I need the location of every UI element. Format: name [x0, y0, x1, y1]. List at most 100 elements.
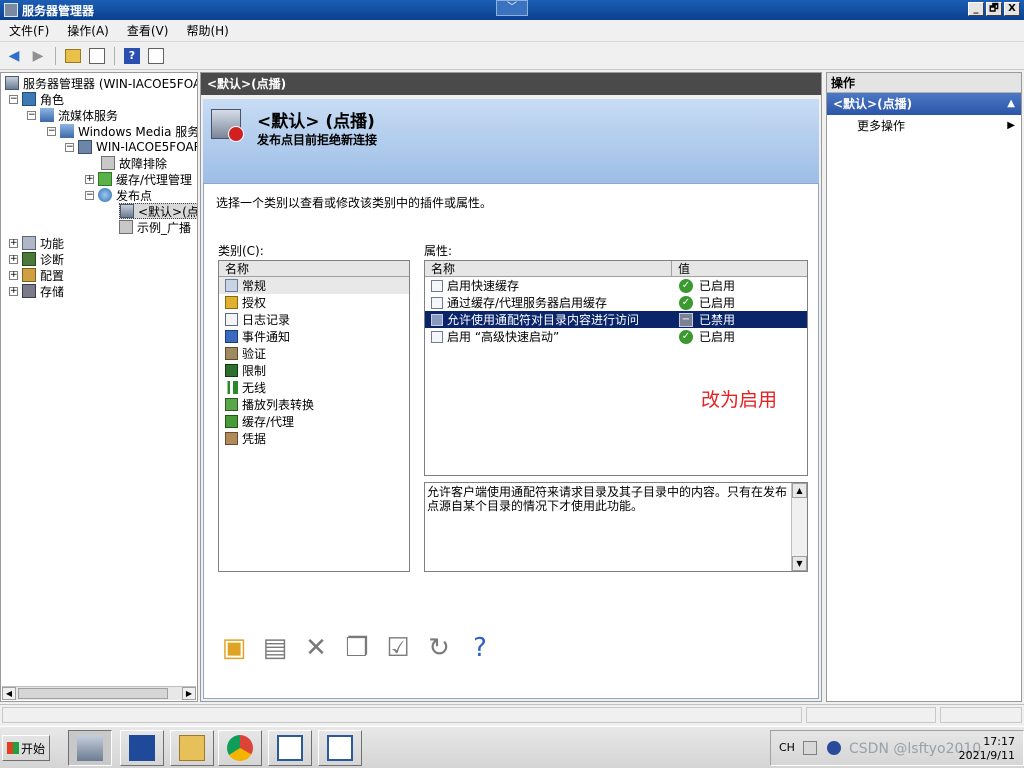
title-bar: 服务器管理器 ﹀ _ 🗗 X [0, 0, 1024, 20]
scroll-up-icon[interactable]: ▲ [792, 483, 807, 498]
tree-item-diagnostics[interactable]: + 诊断 [9, 251, 64, 267]
clock[interactable]: 17:17 2021/9/11 [959, 735, 1015, 763]
duplicate-icon[interactable]: ❐ [341, 632, 373, 664]
tree-item-roles[interactable]: − 角色 [9, 91, 64, 107]
remove-icon[interactable]: ✕ [300, 632, 332, 664]
collapse-icon[interactable]: − [9, 94, 18, 104]
tree-item-server[interactable]: − WIN-IACOE5FOAR3 [65, 139, 197, 155]
submenu-arrow-icon: ▶ [1007, 120, 1015, 131]
up-folder-icon[interactable] [63, 46, 83, 66]
actions-section-default[interactable]: <默认>(点播) ▲ [827, 93, 1021, 115]
close-button[interactable]: X [1004, 2, 1020, 16]
collapse-up-icon[interactable]: ▲ [1007, 93, 1015, 115]
window-icon [327, 735, 353, 761]
category-logging[interactable]: 日志记录 [219, 311, 409, 328]
tree-item-troubleshoot[interactable]: 故障排除 [101, 155, 167, 171]
property-row-wildcard-access[interactable]: 允许使用通配符对目录内容进行访问 − 已禁用 [425, 311, 807, 328]
tree-item-streaming[interactable]: − 流媒体服务 [27, 107, 118, 123]
property-row-advanced-fast-start[interactable]: 启用 “高级快速启动” ✓ 已启用 [425, 328, 807, 345]
menu-help[interactable]: 帮助(H) [177, 22, 237, 39]
lock-icon [225, 296, 238, 309]
category-authentication[interactable]: 验证 [219, 345, 409, 362]
show-action-pane-icon[interactable] [146, 46, 166, 66]
forward-arrow-icon[interactable]: ▶ [28, 46, 48, 66]
tree-item-features[interactable]: + 功能 [9, 235, 64, 251]
category-event-notification[interactable]: 事件通知 [219, 328, 409, 345]
collapse-icon[interactable]: − [47, 126, 56, 136]
menu-action[interactable]: 操作(A) [58, 22, 118, 39]
chevron-down-icon[interactable]: ﹀ [496, 0, 528, 16]
menu-view[interactable]: 查看(V) [118, 22, 178, 39]
enabled-check-icon: ✓ [679, 329, 693, 344]
scroll-thumb[interactable] [18, 688, 168, 699]
scroll-left-icon[interactable]: ◀ [2, 687, 16, 700]
expand-icon[interactable]: + [9, 254, 18, 264]
collapse-icon[interactable]: − [85, 190, 94, 200]
property-row-fast-cache[interactable]: 启用快速缓存 ✓ 已启用 [425, 277, 807, 294]
category-credentials[interactable]: 凭据 [219, 430, 409, 447]
taskbar-window-2[interactable] [318, 730, 362, 766]
tree-item-publishing-points[interactable]: − 发布点 [85, 187, 152, 203]
column-name-header[interactable]: 名称 [431, 262, 455, 276]
menu-file[interactable]: 文件(F) [0, 22, 58, 39]
expand-icon[interactable]: + [9, 286, 18, 296]
restore-button[interactable]: 🗗 [986, 2, 1002, 16]
center-pane-header: <默认>(点播) [201, 73, 821, 95]
collapse-icon[interactable]: − [65, 142, 74, 152]
minimize-button[interactable]: _ [968, 2, 984, 16]
tree-item-server-manager[interactable]: 服务器管理器 (WIN-IACOE5FOAR [5, 75, 197, 91]
configuration-icon [22, 268, 36, 282]
properties-icon[interactable]: ☑ [382, 632, 414, 664]
scroll-right-icon[interactable]: ▶ [182, 687, 196, 700]
category-authorization[interactable]: 授权 [219, 294, 409, 311]
back-arrow-icon[interactable]: ◀ [4, 46, 24, 66]
expand-icon[interactable]: + [9, 270, 18, 280]
tree-item-wms[interactable]: − Windows Media 服务 [47, 123, 197, 139]
category-cache-proxy[interactable]: 缓存/代理 [219, 413, 409, 430]
show-hide-tree-icon[interactable] [87, 46, 107, 66]
property-action-bar: ▣ ▤ ✕ ❐ ☑ ↻ ? [218, 632, 496, 664]
start-button[interactable]: 开始 [2, 735, 50, 761]
description-scrollbar[interactable]: ▲ ▼ [791, 483, 807, 571]
keyboard-icon[interactable] [803, 741, 817, 755]
taskbar-window-1[interactable] [268, 730, 312, 766]
taskbar-explorer[interactable] [170, 730, 214, 766]
category-playlist-transform[interactable]: 播放列表转换 [219, 396, 409, 413]
expand-icon[interactable]: + [9, 238, 18, 248]
category-wireless[interactable]: 无线 [219, 379, 409, 396]
category-general[interactable]: 常规 [219, 277, 409, 294]
taskbar-chrome[interactable] [218, 730, 262, 766]
property-row-proxy-cache[interactable]: 通过缓存/代理服务器启用缓存 ✓ 已启用 [425, 294, 807, 311]
help-book-icon[interactable]: ? [464, 632, 496, 664]
tree-item-example-pp[interactable]: 示例_广播 [119, 219, 191, 235]
column-value-header[interactable]: 值 [671, 261, 690, 276]
help-icon[interactable]: ? [122, 46, 142, 66]
category-column-header[interactable]: 名称 [219, 261, 409, 277]
tree-item-storage[interactable]: + 存储 [9, 283, 64, 299]
more-actions[interactable]: 更多操作 ▶ [827, 115, 1021, 137]
features-icon [22, 236, 36, 250]
disable-plugin-icon[interactable]: ▤ [259, 632, 291, 664]
diagnostics-icon [22, 252, 36, 266]
event-notification-icon [225, 330, 238, 343]
taskbar-powershell[interactable] [120, 730, 164, 766]
collapse-icon[interactable]: − [27, 110, 36, 120]
annotation-text: 改为启用 [701, 389, 778, 411]
input-language[interactable]: CH [779, 741, 795, 754]
enable-plugin-icon[interactable]: ▣ [218, 632, 250, 664]
tree-item-configuration[interactable]: + 配置 [9, 267, 64, 283]
status-section [806, 707, 936, 723]
scroll-down-icon[interactable]: ▼ [792, 556, 807, 571]
clock-date: 2021/9/11 [958, 749, 1015, 762]
tree-horizontal-scrollbar[interactable]: ◀ ▶ [2, 686, 196, 700]
tree-item-default-pp[interactable]: <默认>(点 [119, 203, 197, 219]
storage-icon [22, 284, 36, 298]
tree-item-cache-proxy[interactable]: + 缓存/代理管理 [85, 171, 192, 187]
banner-title: <默认> (点播) [257, 112, 375, 132]
category-limits[interactable]: 限制 [219, 362, 409, 379]
taskbar-server-manager[interactable] [68, 730, 112, 766]
refresh-icon[interactable]: ↻ [423, 632, 455, 664]
expand-icon[interactable]: + [85, 174, 94, 184]
network-icon[interactable] [827, 741, 841, 755]
category-label-text: 播放列表转换 [242, 398, 315, 412]
